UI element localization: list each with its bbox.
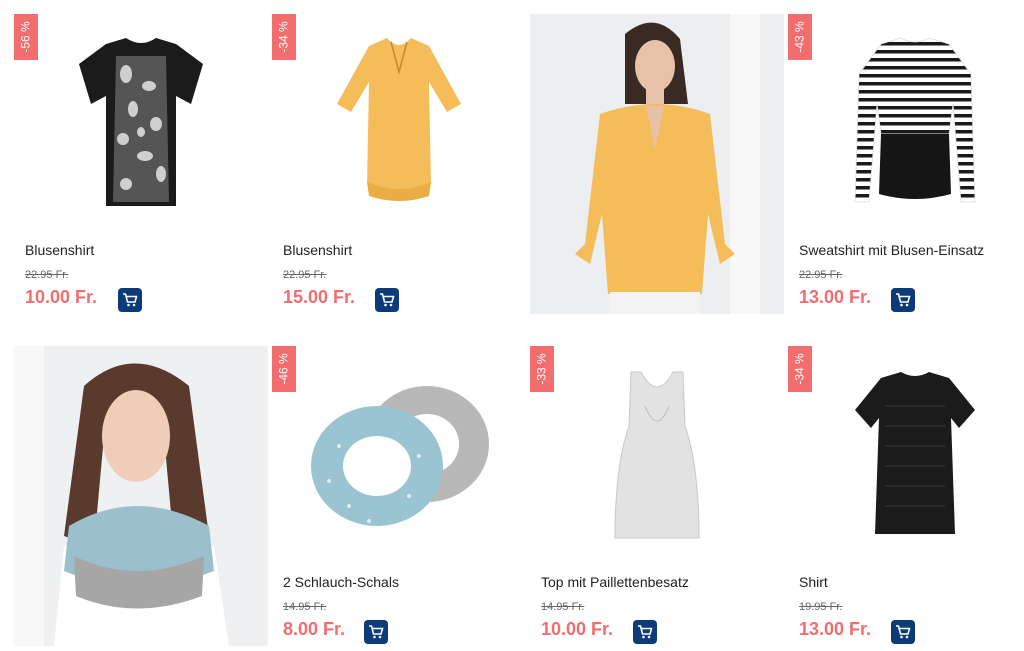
product-card-top[interactable]: -33 % Top mit Paillettenbesatz 14.95 Fr.… bbox=[530, 346, 784, 646]
product-name[interactable]: Blusenshirt bbox=[283, 242, 352, 258]
cart-icon bbox=[638, 625, 653, 639]
product-name[interactable]: 2 Schlauch-Schals bbox=[283, 574, 399, 590]
new-price: 8.00 Fr. bbox=[283, 619, 346, 639]
old-price: 14.95 Fr. bbox=[283, 601, 327, 613]
product-card-schals[interactable]: -46 % 2 Schlauch-Schals 14.95 Fr. 8.00 F… bbox=[272, 346, 526, 646]
new-price: 10.00 Fr. bbox=[25, 287, 98, 307]
model-photo-scarf[interactable] bbox=[14, 346, 268, 646]
cart-icon bbox=[896, 625, 911, 639]
discount-badge: -34 % bbox=[788, 346, 812, 392]
add-to-cart-button[interactable] bbox=[375, 288, 399, 312]
model-scarf-image bbox=[14, 346, 268, 646]
old-price: 22.95 Fr. bbox=[799, 269, 843, 281]
add-to-cart-button[interactable] bbox=[118, 288, 142, 312]
black-shirt-icon bbox=[855, 372, 975, 534]
discount-badge: -34 % bbox=[272, 14, 296, 60]
cart-icon bbox=[369, 625, 384, 639]
product-name[interactable]: Blusenshirt bbox=[25, 242, 94, 258]
scarves-icon bbox=[311, 386, 489, 526]
new-price: 15.00 Fr. bbox=[283, 287, 356, 307]
product-card-blusenshirt-yellow[interactable]: -34 % Blusenshirt 22.95 Fr. 15.00 Fr. bbox=[272, 14, 526, 314]
old-price: 14.95 Fr. bbox=[541, 601, 585, 613]
old-price: 22.95 Fr. bbox=[283, 269, 327, 281]
add-to-cart-button[interactable] bbox=[891, 288, 915, 312]
blouse-yellow-icon bbox=[337, 38, 461, 201]
discount-badge: -43 % bbox=[788, 14, 812, 60]
new-price: 10.00 Fr. bbox=[541, 619, 614, 639]
blouse-print-icon bbox=[79, 38, 203, 206]
discount-badge: -33 % bbox=[530, 346, 554, 392]
product-card-shirt[interactable]: -34 % Shirt 19.95 Fr. 13.00 Fr. bbox=[788, 346, 1024, 646]
cart-icon bbox=[123, 293, 138, 307]
striped-sweatshirt-icon bbox=[854, 37, 976, 203]
new-price: 13.00 Fr. bbox=[799, 287, 872, 307]
product-name[interactable]: Sweatshirt mit Blusen-Einsatz bbox=[799, 242, 984, 258]
cart-icon bbox=[896, 293, 911, 307]
old-price: 19.95 Fr. bbox=[799, 601, 843, 613]
add-to-cart-button[interactable] bbox=[633, 620, 657, 644]
model-photo-yellow-blouse[interactable] bbox=[530, 14, 784, 314]
old-price: 22.95 Fr. bbox=[25, 269, 69, 281]
add-to-cart-button[interactable] bbox=[891, 620, 915, 644]
product-name[interactable]: Shirt bbox=[799, 574, 828, 590]
product-card-sweatshirt[interactable]: -43 % Sweatshirt mit Blusen-Einsatz 22.9… bbox=[788, 14, 1024, 314]
cart-icon bbox=[380, 293, 395, 307]
new-price: 13.00 Fr. bbox=[799, 619, 872, 639]
product-name[interactable]: Top mit Paillettenbesatz bbox=[541, 574, 689, 590]
tank-top-icon bbox=[614, 371, 700, 539]
product-card-blusenshirt-print[interactable]: -56 % Blusenshirt 22.95 Fr. 10.00 Fr. bbox=[14, 14, 268, 314]
model-yellow-blouse-image bbox=[530, 14, 784, 314]
add-to-cart-button[interactable] bbox=[364, 620, 388, 644]
discount-badge: -56 % bbox=[14, 14, 38, 60]
discount-badge: -46 % bbox=[272, 346, 296, 392]
